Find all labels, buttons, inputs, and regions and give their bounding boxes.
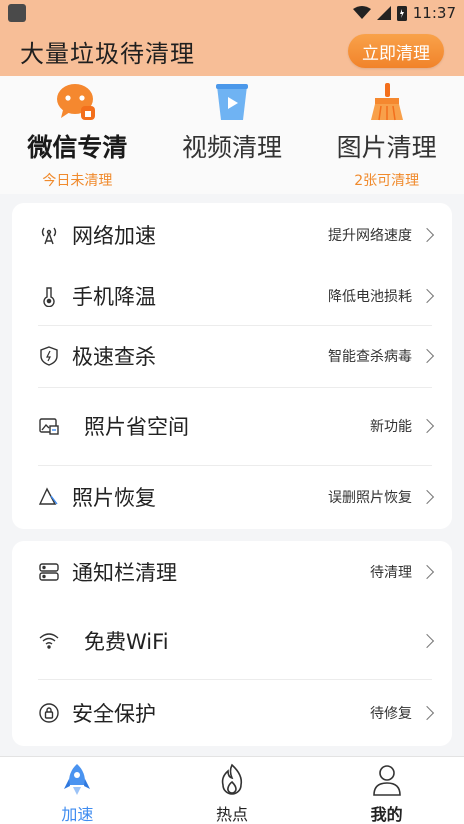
status-bar: 11:37 bbox=[0, 0, 464, 26]
chevron-right-icon bbox=[419, 348, 435, 364]
quick-subtitle: 2张可清理 bbox=[354, 173, 420, 189]
photo-compress-icon bbox=[38, 415, 60, 437]
chevron-right-icon bbox=[419, 633, 435, 648]
bottom-tab-bar: 加速 热点 我的 bbox=[0, 756, 464, 824]
list-item-photo-space[interactable]: 照片省空间 新功能 bbox=[12, 387, 452, 465]
list-item-photo-restore[interactable]: 照片恢复 误删照片恢复 bbox=[12, 465, 452, 529]
header: 大量垃圾待清理 立即清理 bbox=[0, 26, 464, 76]
chevron-right-icon bbox=[419, 489, 435, 505]
row-description: 误删照片恢复 bbox=[328, 490, 412, 506]
tab-label: 加速 bbox=[61, 805, 94, 824]
status-indicators: 11:37 bbox=[352, 4, 456, 22]
video-icon bbox=[214, 82, 250, 122]
row-description: 新功能 bbox=[370, 419, 412, 435]
wechat-icon bbox=[55, 82, 99, 122]
row-title: 照片恢复 bbox=[72, 486, 156, 510]
tab-hotspot[interactable]: 热点 bbox=[155, 757, 310, 824]
list-item-virus-scan[interactable]: 极速查杀 智能查杀病毒 bbox=[12, 325, 452, 387]
app-notification-icon bbox=[8, 4, 26, 22]
tab-profile[interactable]: 我的 bbox=[309, 757, 464, 824]
row-title: 网络加速 bbox=[72, 224, 156, 248]
person-icon bbox=[371, 763, 403, 797]
row-description: 智能查杀病毒 bbox=[328, 349, 412, 365]
broom-icon bbox=[367, 82, 407, 122]
fire-icon bbox=[217, 763, 247, 797]
thermometer-icon bbox=[38, 285, 60, 307]
quick-actions: 微信专清 今日未清理 视频清理 图片清理 2张可清理 bbox=[0, 76, 464, 194]
cell-signal-icon bbox=[376, 6, 391, 20]
tools-card: 网络加速 提升网络速度 手机降温 降低电池损耗 极速查杀 智能查杀病毒 照片省空… bbox=[12, 203, 452, 529]
clean-now-button[interactable]: 立即清理 bbox=[348, 34, 444, 68]
quick-wechat-clean[interactable]: 微信专清 今日未清理 bbox=[0, 76, 155, 194]
quick-subtitle: 今日未清理 bbox=[42, 173, 113, 189]
row-description: 待清理 bbox=[370, 564, 412, 581]
row-title: 极速查杀 bbox=[72, 345, 156, 369]
row-description: 待修复 bbox=[370, 705, 412, 722]
row-description: 降低电池损耗 bbox=[328, 289, 412, 305]
tab-accelerate[interactable]: 加速 bbox=[0, 757, 155, 824]
shield-icon bbox=[38, 345, 60, 367]
quick-title: 微信专清 bbox=[27, 133, 128, 162]
chevron-right-icon bbox=[419, 705, 435, 720]
chevron-right-icon bbox=[419, 418, 435, 434]
list-item-notification-clean[interactable]: 通知栏清理 待清理 bbox=[12, 541, 452, 602]
quick-title: 视频清理 bbox=[182, 133, 283, 162]
photo-restore-icon bbox=[38, 486, 60, 508]
battery-icon bbox=[396, 6, 407, 21]
header-title: 大量垃圾待清理 bbox=[20, 39, 195, 68]
rocket-icon bbox=[62, 763, 92, 797]
list-item-free-wifi[interactable]: 免费WiFi bbox=[12, 602, 452, 679]
quick-video-clean[interactable]: 视频清理 bbox=[155, 76, 310, 194]
list-item-network-boost[interactable]: 网络加速 提升网络速度 bbox=[12, 203, 452, 267]
wifi-status-icon bbox=[352, 6, 371, 19]
lock-icon bbox=[38, 702, 60, 724]
row-title: 免费WiFi bbox=[84, 629, 169, 654]
wifi-icon bbox=[38, 630, 60, 652]
row-title: 照片省空间 bbox=[84, 415, 189, 439]
chevron-right-icon bbox=[419, 288, 435, 304]
notification-icon bbox=[38, 561, 60, 583]
row-title: 手机降温 bbox=[72, 285, 156, 309]
tab-label: 热点 bbox=[216, 805, 249, 824]
quick-image-clean[interactable]: 图片清理 2张可清理 bbox=[309, 76, 464, 194]
chevron-right-icon bbox=[419, 564, 435, 579]
row-description: 提升网络速度 bbox=[328, 228, 412, 244]
row-title: 通知栏清理 bbox=[72, 560, 177, 585]
quick-title: 图片清理 bbox=[336, 133, 437, 162]
status-time: 11:37 bbox=[412, 4, 456, 22]
tab-label: 我的 bbox=[370, 805, 403, 824]
row-title: 安全保护 bbox=[72, 701, 156, 726]
list-item-security[interactable]: 安全保护 待修复 bbox=[12, 679, 452, 746]
utilities-card: 通知栏清理 待清理 免费WiFi 安全保护 待修复 bbox=[12, 541, 452, 746]
chevron-right-icon bbox=[419, 227, 435, 243]
list-item-phone-cooling[interactable]: 手机降温 降低电池损耗 bbox=[12, 267, 452, 325]
signal-tower-icon bbox=[38, 224, 60, 246]
